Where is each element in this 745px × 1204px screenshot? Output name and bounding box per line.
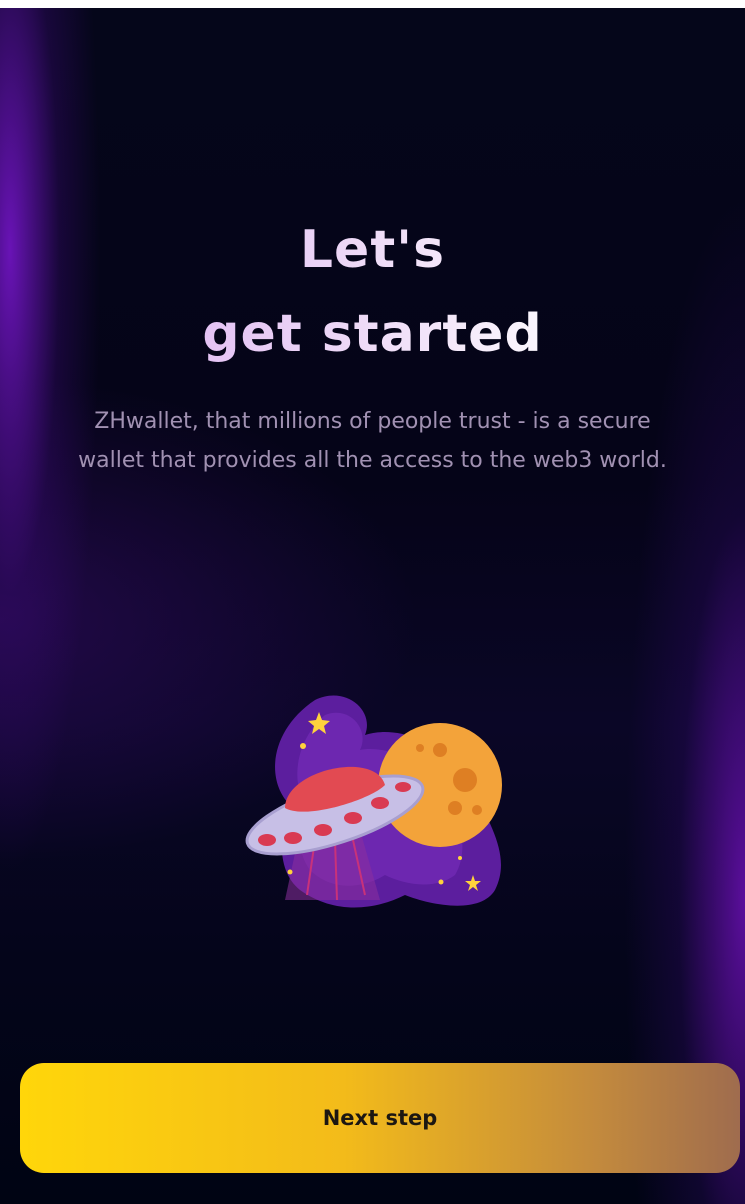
ufo-planet-illustration <box>245 690 515 920</box>
next-step-button[interactable]: Next step <box>20 1063 740 1173</box>
page-title: Let's get started <box>0 208 745 376</box>
status-bar <box>0 0 745 8</box>
title-line-1: Let's <box>299 220 446 280</box>
title-line-2: get started <box>202 304 543 364</box>
onboarding-description: ZHwallet, that millions of people trust … <box>78 409 667 473</box>
onboarding-screen: Let's get started ZHwallet, that million… <box>0 0 745 1204</box>
